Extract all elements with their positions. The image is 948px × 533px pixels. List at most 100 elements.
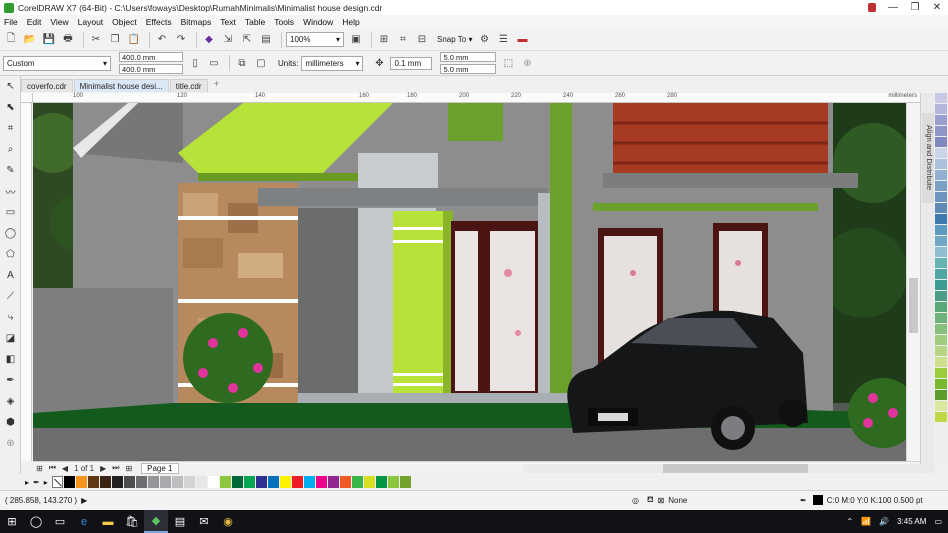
color-swatch[interactable]	[231, 476, 243, 488]
zoom-level-select[interactable]: 100% ▾	[286, 32, 344, 47]
welcome-screen-icon[interactable]: ▬	[514, 32, 530, 48]
tray-chevron-icon[interactable]: ⌃	[846, 517, 853, 526]
color-swatch[interactable]	[99, 476, 111, 488]
store-icon[interactable]: 🛍	[120, 510, 144, 533]
drawing-canvas[interactable]	[33, 103, 906, 461]
color-swatch[interactable]	[399, 476, 411, 488]
polygon-tool-icon[interactable]: ⬠	[0, 244, 21, 265]
color-swatch[interactable]	[935, 368, 947, 378]
menu-effects[interactable]: Effects	[146, 17, 172, 27]
rectangle-tool-icon[interactable]: ▭	[0, 202, 21, 223]
cut-icon[interactable]: ✂	[88, 32, 104, 48]
show-guidelines-icon[interactable]: ⊟	[414, 32, 430, 48]
show-rulers-icon[interactable]: ⊞	[376, 32, 392, 48]
clock[interactable]: 3:45 AM	[897, 517, 926, 526]
color-swatch[interactable]	[935, 346, 947, 356]
palette-menu-icon[interactable]: ▸	[44, 478, 48, 487]
page-preset-select[interactable]: Custom ▾	[3, 55, 111, 71]
ruler-origin[interactable]	[21, 93, 33, 103]
portrait-icon[interactable]: ▯	[187, 55, 203, 71]
color-swatch[interactable]	[935, 357, 947, 367]
eyedropper-icon[interactable]: ✒	[33, 478, 40, 487]
color-swatch[interactable]	[935, 115, 947, 125]
new-document-icon[interactable]: 🗋	[3, 32, 19, 48]
color-swatch[interactable]	[363, 476, 375, 488]
add-tool-icon[interactable]: ⊕	[0, 433, 21, 454]
text-tool-icon[interactable]: A	[0, 265, 21, 286]
undo-icon[interactable]: ↶	[154, 32, 170, 48]
menu-help[interactable]: Help	[342, 17, 359, 27]
last-page-icon[interactable]: ⏭	[112, 463, 119, 473]
color-swatch[interactable]	[327, 476, 339, 488]
color-swatch[interactable]	[935, 236, 947, 246]
color-swatch[interactable]	[935, 93, 947, 103]
current-page-icon[interactable]: ▢	[253, 55, 269, 71]
snap-to-dropdown[interactable]: Snap To ▾	[437, 35, 472, 44]
minimize-button[interactable]: —	[882, 0, 904, 15]
smart-fill-icon[interactable]: ⬢	[0, 412, 21, 433]
palette-scroll-icon[interactable]: ▸	[25, 478, 29, 487]
network-icon[interactable]: 📶	[861, 517, 871, 526]
paste-icon[interactable]: 📋	[126, 32, 142, 48]
add-preset-icon[interactable]: ⊕	[519, 55, 535, 71]
vertical-scrollbar[interactable]	[906, 103, 920, 461]
duplicate-distance-horizontal-field[interactable]: 5.0 mm	[440, 52, 497, 62]
show-grid-icon[interactable]: ⌗	[395, 32, 411, 48]
all-pages-icon[interactable]: ⧉	[234, 55, 250, 71]
color-swatch[interactable]	[935, 181, 947, 191]
color-swatch[interactable]	[935, 412, 947, 422]
menu-file[interactable]: File	[4, 17, 18, 27]
color-swatch[interactable]	[303, 476, 315, 488]
color-swatch[interactable]	[935, 137, 947, 147]
photos-icon[interactable]: ▤	[168, 510, 192, 533]
application-launcher-icon[interactable]: ☰	[495, 32, 511, 48]
color-swatch[interactable]	[935, 203, 947, 213]
color-swatch[interactable]	[63, 476, 75, 488]
color-swatch[interactable]	[935, 225, 947, 235]
color-swatch[interactable]	[935, 335, 947, 345]
tab-coverfo[interactable]: coverfo.cdr	[21, 79, 73, 92]
color-swatch[interactable]	[935, 379, 947, 389]
windows-start-icon[interactable]: ⊞	[0, 510, 24, 533]
color-swatch[interactable]	[135, 476, 147, 488]
color-swatch[interactable]	[159, 476, 171, 488]
no-color-swatch[interactable]	[51, 476, 63, 488]
color-swatch[interactable]	[935, 159, 947, 169]
color-swatch[interactable]	[147, 476, 159, 488]
full-screen-preview-icon[interactable]: ▣	[348, 32, 364, 48]
coreldraw-taskbar-icon[interactable]: ◆	[144, 510, 168, 533]
copy-icon[interactable]: ❐	[107, 32, 123, 48]
color-swatch[interactable]	[87, 476, 99, 488]
tab-title[interactable]: title.cdr	[169, 79, 208, 92]
redo-icon[interactable]: ↷	[173, 32, 189, 48]
cortana-search-icon[interactable]: ◯	[24, 510, 48, 533]
menu-view[interactable]: View	[50, 17, 68, 27]
color-swatch[interactable]	[935, 104, 947, 114]
open-icon[interactable]: 📂	[22, 32, 38, 48]
color-swatch[interactable]	[935, 390, 947, 400]
color-swatch[interactable]	[171, 476, 183, 488]
save-icon[interactable]: 💾	[41, 32, 57, 48]
color-swatch[interactable]	[935, 258, 947, 268]
color-swatch[interactable]	[351, 476, 363, 488]
connector-tool-icon[interactable]: ⤷	[0, 307, 21, 328]
page-tab[interactable]: Page 1	[141, 462, 179, 474]
color-swatch[interactable]	[267, 476, 279, 488]
color-swatch[interactable]	[315, 476, 327, 488]
action-center-icon[interactable]: ▭	[934, 517, 942, 526]
eyedropper-icon[interactable]: ✒	[0, 370, 21, 391]
publish-pdf-icon[interactable]: ▤	[258, 32, 274, 48]
color-swatch[interactable]	[935, 126, 947, 136]
task-view-icon[interactable]: ▭	[48, 510, 72, 533]
freehand-tool-icon[interactable]: ✎	[0, 160, 21, 181]
landscape-icon[interactable]: ▭	[206, 55, 222, 71]
duplicate-distance-vertical-field[interactable]: 5.0 mm	[440, 64, 497, 74]
color-swatch[interactable]	[935, 313, 947, 323]
color-swatch[interactable]	[935, 291, 947, 301]
color-swatch[interactable]	[935, 324, 947, 334]
crop-tool-icon[interactable]: ⌗	[0, 118, 21, 139]
zoom-tool-icon[interactable]: ⌕	[0, 139, 21, 160]
outline-status[interactable]: ✒ C:0 M:0 Y:0 K:100 0.500 pt	[800, 495, 923, 505]
close-button[interactable]: ✕	[926, 0, 948, 15]
color-swatch[interactable]	[935, 192, 947, 202]
